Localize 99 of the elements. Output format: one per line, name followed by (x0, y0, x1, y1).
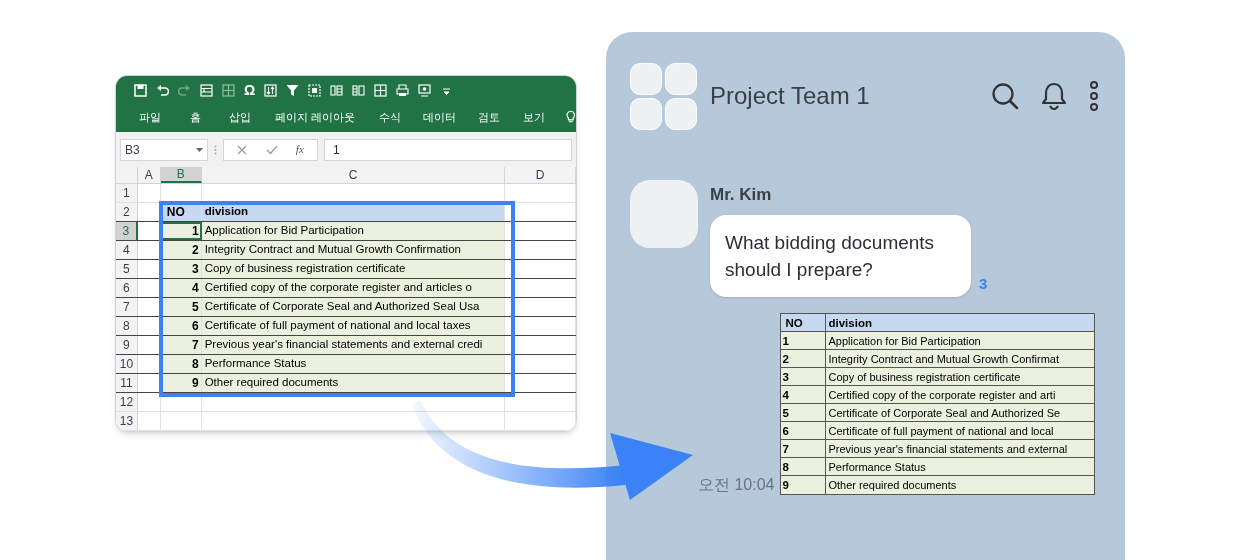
search-icon[interactable] (991, 82, 1019, 110)
message-text: What bidding documents should I prepare? (725, 230, 936, 282)
name-box[interactable]: B3 (120, 138, 208, 161)
table-cell[interactable]: Certificate of Corporate Seal and Authorized Seal Usa (201, 298, 506, 316)
table-cell[interactable]: Integrity Contract and Mutual Growth Confirmation (201, 241, 506, 259)
table-icon[interactable] (374, 83, 388, 97)
table-header-cell-text: division (827, 315, 873, 331)
print-icon[interactable] (396, 83, 410, 97)
lightbulb-icon[interactable] (566, 110, 576, 124)
menu-tab[interactable]: 데이터 (412, 108, 467, 126)
table-cell: 5 (781, 403, 827, 421)
table-cell[interactable]: Other required documents (201, 374, 506, 392)
borders-icon[interactable] (222, 83, 235, 97)
column-header[interactable]: B (160, 167, 202, 183)
table-cell[interactable]: Copy of business registration certificate (201, 260, 506, 278)
table-cell[interactable]: 3 (160, 260, 202, 278)
row-number[interactable]: 2 (116, 203, 138, 221)
table-cell-text: Certified copy of the corporate register and arti (827, 387, 1057, 403)
column-header[interactable]: D (505, 167, 576, 183)
unread-count: 3 (979, 274, 988, 294)
table-cell: 1 (781, 331, 827, 349)
table-cell[interactable]: Previous year's financial statements and external credi (201, 336, 506, 354)
table-header-cell: NO (781, 313, 827, 331)
formula-field[interactable]: 1 (324, 138, 572, 161)
insert-function-button[interactable]: fx (295, 141, 304, 158)
delete-column-icon[interactable] (352, 83, 366, 97)
screen-icon[interactable] (418, 83, 432, 97)
table-cell-text: Certificate of full payment of national and local (827, 423, 1055, 439)
menu-tab[interactable]: 검토 (466, 108, 512, 126)
table-cell: 7 (781, 439, 827, 457)
table-cell[interactable]: 6 (160, 317, 202, 335)
table-cell: 3 (781, 367, 827, 385)
grip-icon (214, 144, 217, 155)
menu-tab[interactable]: 페이지 레이아웃 (262, 108, 368, 126)
row-number[interactable]: 8 (116, 317, 138, 335)
table-cell[interactable]: Certified copy of the corporate register and articles o (201, 279, 506, 297)
table-cell[interactable]: Certificate of full payment of national and local taxes (201, 317, 506, 335)
dropdown-caret-icon (196, 147, 203, 152)
table-cell-text: Certificate of Corporate Seal and Authorized Se (827, 405, 1062, 421)
table-cell[interactable]: 5 (160, 298, 202, 316)
table-cell-text: Copy of business registration certificate (827, 369, 1022, 385)
table-cell[interactable]: 4 (160, 279, 202, 297)
more-options-icon[interactable] (1089, 81, 1099, 111)
row-number[interactable]: 6 (116, 279, 138, 297)
menu-tab[interactable]: 파일 (128, 108, 173, 126)
undo-icon[interactable] (156, 83, 169, 97)
cell-reference: B3 (125, 141, 140, 159)
table-cell: 4 (781, 385, 827, 403)
conditional-format-icon[interactable] (308, 83, 322, 97)
column-header[interactable]: C (201, 167, 506, 183)
avatar-placeholder (630, 62, 662, 95)
row-number[interactable]: 13 (116, 412, 138, 430)
table-cell[interactable]: Performance Status (201, 355, 506, 373)
save-icon[interactable] (134, 83, 147, 97)
row-number[interactable]: 1 (116, 184, 138, 202)
filter-icon[interactable] (286, 83, 300, 97)
table-cell[interactable]: 7 (160, 336, 202, 354)
menu-tab[interactable]: 홈 (172, 108, 218, 126)
menu-tab[interactable]: 보기 (511, 108, 557, 126)
table-cell[interactable]: 2 (160, 241, 202, 259)
avatar-placeholder (665, 97, 697, 130)
message-time: 오전 10:04 (698, 474, 775, 495)
checkmark-icon[interactable] (265, 144, 278, 155)
row-number[interactable]: 5 (116, 260, 138, 278)
menu-tab[interactable]: 삽입 (217, 108, 263, 126)
table-cell: 6 (781, 421, 827, 439)
formula-value: 1 (333, 141, 340, 159)
row-number[interactable]: 11 (116, 374, 138, 392)
table-cell-text: Application for Bid Participation (827, 333, 982, 349)
table-cell[interactable]: Application for Bid Participation (201, 222, 506, 240)
table-cell: 8 (781, 457, 827, 475)
omega-icon[interactable]: Ω (244, 83, 256, 97)
column-header[interactable]: A (137, 167, 161, 183)
cancel-icon[interactable] (237, 144, 248, 155)
table-cell[interactable]: 8 (160, 355, 202, 373)
table-cell-text: Integrity Contract and Mutual Growth Confirmat (827, 351, 1060, 367)
table-cell: 2 (781, 349, 827, 367)
bell-icon[interactable] (1041, 82, 1067, 110)
table-cell[interactable]: 1 (160, 222, 202, 240)
avatar-placeholder (630, 97, 662, 130)
insert-column-icon[interactable] (330, 83, 344, 97)
menu-tab[interactable]: 수식 (367, 108, 413, 126)
row-number[interactable]: 7 (116, 298, 138, 316)
sort-icon[interactable] (264, 83, 278, 97)
table-cell-text: Other required documents (827, 477, 958, 493)
row-number[interactable]: 9 (116, 336, 138, 354)
sender-name: Mr. Kim (710, 184, 773, 206)
avatar-placeholder (630, 180, 698, 248)
table-cell-text: Performance Status (827, 459, 927, 475)
table-cell: 9 (781, 475, 827, 494)
table-cell[interactable]: 9 (160, 374, 202, 392)
row-number[interactable]: 3 (116, 222, 138, 240)
row-number[interactable]: 10 (116, 355, 138, 373)
chat-title: Project Team 1 (710, 81, 870, 111)
form-icon[interactable] (200, 83, 213, 97)
avatar-placeholder (665, 62, 697, 95)
row-number[interactable]: 12 (116, 393, 138, 411)
table-cell-text: Previous year's financial statements and external (827, 441, 1069, 457)
row-number[interactable]: 4 (116, 241, 138, 259)
